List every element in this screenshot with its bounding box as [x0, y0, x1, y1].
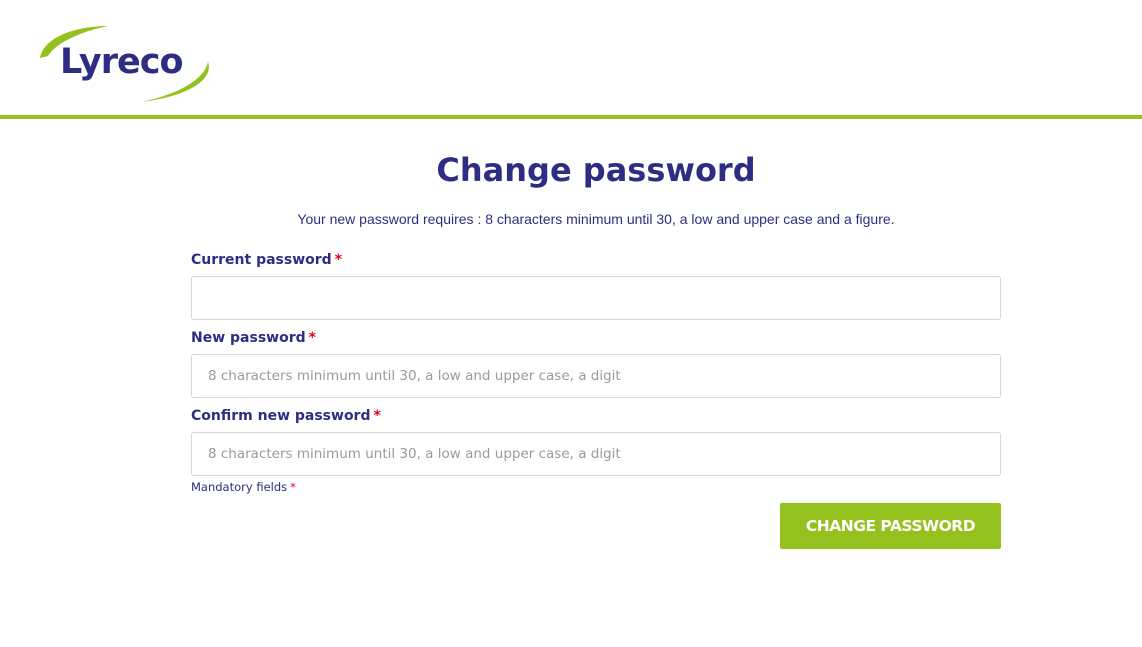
- required-mark: *: [373, 408, 381, 424]
- required-mark: *: [308, 330, 316, 346]
- required-mark: *: [290, 480, 296, 494]
- header: Lyreco: [0, 0, 1142, 116]
- mandatory-fields-note: Mandatory fields *: [191, 479, 296, 495]
- logo-wordmark: Lyreco: [60, 42, 184, 82]
- confirm-password-input[interactable]: [191, 432, 1001, 476]
- new-password-label-text: New password: [191, 330, 306, 346]
- new-password-input[interactable]: [191, 354, 1001, 398]
- required-mark: *: [334, 252, 343, 268]
- new-password-label: New password *: [191, 328, 316, 348]
- mandatory-fields-text: Mandatory fields: [191, 480, 288, 494]
- header-divider: [0, 115, 1142, 119]
- current-password-input[interactable]: [191, 276, 1001, 320]
- page-title: Change password: [436, 151, 756, 189]
- confirm-password-label: Confirm new password *: [191, 406, 381, 426]
- password-requirements: Your new password requires : 8 character…: [297, 211, 895, 227]
- current-password-label: Current password *: [191, 250, 342, 270]
- current-password-label-text: Current password: [191, 252, 332, 268]
- lyreco-logo[interactable]: Lyreco: [38, 22, 214, 104]
- confirm-password-label-text: Confirm new password: [191, 408, 371, 424]
- change-password-button[interactable]: CHANGE PASSWORD: [780, 503, 1001, 549]
